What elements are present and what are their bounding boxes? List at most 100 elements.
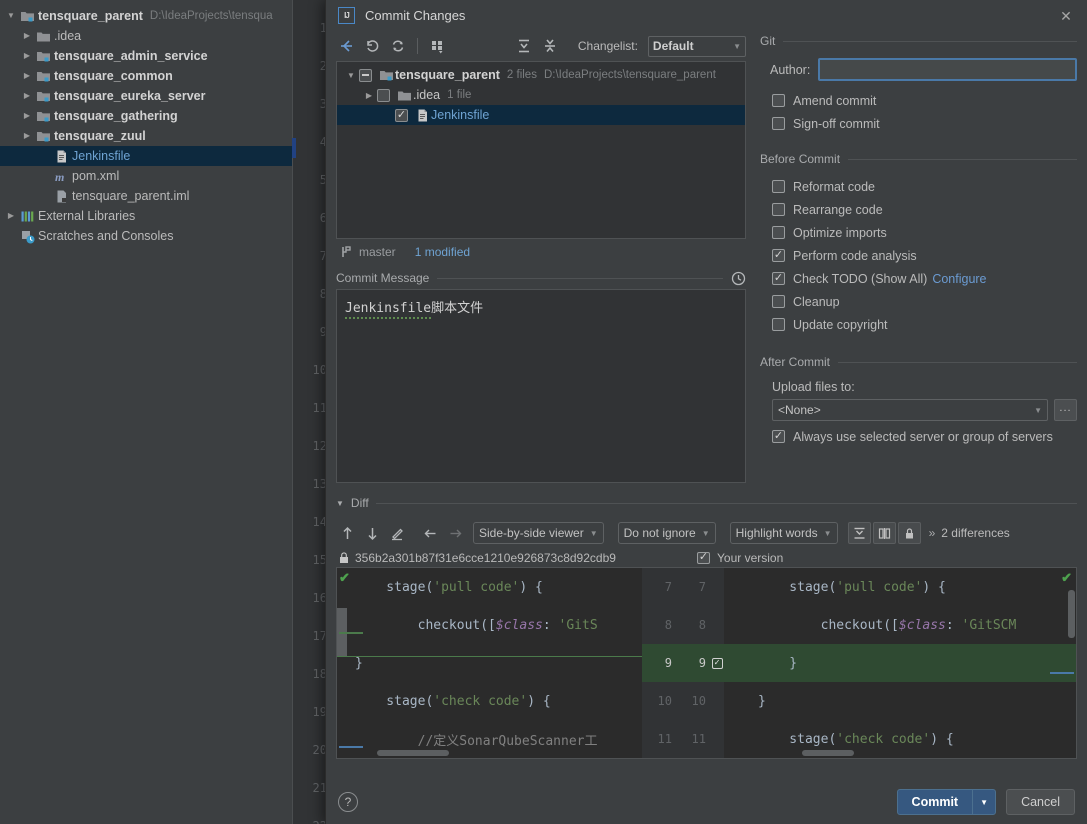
always-use-server-checkbox[interactable]: [772, 430, 785, 443]
help-button[interactable]: ?: [338, 792, 358, 812]
viewer-mode-select[interactable]: Side-by-side viewer ▼: [473, 522, 604, 544]
left-horizontal-scrollbar[interactable]: [377, 750, 449, 756]
diff-section-header[interactable]: ▼ Diff: [336, 493, 1077, 513]
accept-all-right-icon[interactable]: ✔: [1061, 570, 1072, 586]
chevron-down-icon[interactable]: ▼: [343, 71, 359, 80]
before-commit-option-checkbox-row[interactable]: Optimize imports: [760, 221, 1077, 244]
project-tree-item[interactable]: tensquare_parent D:\IdeaProjects\tensqua: [0, 6, 292, 26]
chevron-right-icon[interactable]: [20, 86, 34, 106]
git-option-checkbox-row[interactable]: Amend commit: [760, 89, 1077, 112]
changes-tree[interactable]: ▼ tensquare_parent 2 files D:\IdeaProjects\…: [336, 61, 746, 239]
code-token: ) {: [930, 731, 954, 747]
git-option-checkbox-row[interactable]: Sign-off commit: [760, 112, 1077, 135]
project-tree-item[interactable]: Scratches and Consoles: [0, 226, 292, 246]
prev-diff-icon[interactable]: [336, 522, 359, 545]
project-tree-item-label: tensquare_common: [54, 69, 173, 83]
apply-right-icon[interactable]: [444, 522, 467, 545]
before-commit-option-checkbox[interactable]: [772, 295, 785, 308]
diff-right-pane[interactable]: stage('pull code') { checkout([$class: '…: [724, 568, 1076, 758]
before-commit-option-checkbox-row[interactable]: Check TODO (Show All) Configure: [760, 267, 1077, 290]
overflow-icon[interactable]: »: [929, 526, 936, 540]
before-commit-option-checkbox-row[interactable]: Perform code analysis: [760, 244, 1077, 267]
chevron-right-icon[interactable]: [20, 66, 34, 86]
changes-tree-row-selected[interactable]: Jenkinsfile: [337, 105, 745, 125]
show-diff-icon[interactable]: [336, 34, 358, 58]
before-commit-label: Before Commit: [760, 152, 841, 166]
before-commit-option-checkbox[interactable]: [772, 226, 785, 239]
git-option-checkbox[interactable]: [772, 117, 785, 130]
right-horizontal-scrollbar[interactable]: [802, 750, 854, 756]
chevron-right-icon[interactable]: [20, 106, 34, 126]
expand-all-icon[interactable]: [513, 34, 535, 58]
code-token: ) {: [519, 579, 543, 595]
project-tree-item[interactable]: tensquare_parent.iml: [0, 186, 292, 206]
project-tree-item[interactable]: External Libraries: [0, 206, 292, 226]
diff-accept-checkbox[interactable]: ✓: [711, 657, 723, 669]
project-tree[interactable]: tensquare_parent D:\IdeaProjects\tensqua.…: [0, 0, 292, 824]
commit-button[interactable]: Commit ▼: [896, 789, 997, 815]
diff-change-marker-blue: [339, 746, 363, 748]
before-commit-option-checkbox-row[interactable]: Rearrange code: [760, 198, 1077, 221]
chevron-right-icon[interactable]: [20, 26, 34, 46]
git-option-checkbox[interactable]: [772, 94, 785, 107]
project-tree-item[interactable]: tensquare_zuul: [0, 126, 292, 146]
ignore-mode-select[interactable]: Do not ignore ▼: [617, 522, 716, 544]
diff-code-line: stage('pull code') {: [724, 568, 1076, 606]
edit-source-icon[interactable]: [386, 522, 409, 545]
project-tree-item[interactable]: tensquare_eureka_server: [0, 86, 292, 106]
project-tree-item[interactable]: tensquare_common: [0, 66, 292, 86]
cancel-button[interactable]: Cancel: [1006, 789, 1075, 815]
diff-gutter-row: 9 9 ✓: [642, 644, 724, 682]
collapse-all-icon[interactable]: [539, 34, 561, 58]
chevron-right-icon[interactable]: [20, 46, 34, 66]
close-icon[interactable]: ✕: [1055, 6, 1077, 26]
synchronize-scroll-icon[interactable]: [872, 522, 896, 544]
right-version-checkbox[interactable]: [697, 551, 710, 564]
chevron-right-icon[interactable]: [20, 126, 34, 146]
configure-link[interactable]: Configure: [932, 272, 986, 286]
accept-all-icon[interactable]: ✔: [339, 570, 350, 586]
group-by-icon[interactable]: [426, 34, 448, 58]
before-commit-option-checkbox[interactable]: [772, 272, 785, 285]
changes-tree-checkbox[interactable]: [359, 68, 372, 82]
changes-tree-checkbox[interactable]: [395, 108, 408, 122]
changes-tree-checkbox[interactable]: [377, 88, 390, 102]
lock-icon: [339, 551, 349, 564]
diff-accept-checkbox-cell[interactable]: ✓: [710, 657, 724, 669]
project-tree-item[interactable]: tensquare_gathering: [0, 106, 292, 126]
changes-tree-row[interactable]: ▶ .idea 1 file: [337, 85, 745, 105]
project-tree-item[interactable]: m pom.xml: [0, 166, 292, 186]
changelist-select[interactable]: Default ▼: [647, 35, 747, 57]
always-use-server-checkbox-row[interactable]: Always use selected server or group of s…: [760, 425, 1077, 448]
project-tree-item[interactable]: tensquare_admin_service: [0, 46, 292, 66]
next-diff-icon[interactable]: [361, 522, 384, 545]
author-input[interactable]: [818, 58, 1077, 81]
revert-icon[interactable]: [361, 34, 383, 58]
diff-left-pane[interactable]: ✔ stage('pull code') { checkout([$class:…: [337, 568, 642, 758]
before-commit-option-checkbox-row[interactable]: Cleanup: [760, 290, 1077, 313]
apply-left-icon[interactable]: [419, 522, 442, 545]
commit-message-input[interactable]: Jenkinsfile脚本文件: [336, 289, 746, 483]
right-vertical-scrollbar[interactable]: [1068, 590, 1075, 638]
project-tree-item-selected[interactable]: Jenkinsfile: [0, 146, 292, 166]
upload-target-select[interactable]: <None> ▼: [772, 399, 1048, 421]
chevron-down-icon[interactable]: ▼: [973, 798, 995, 807]
changes-tree-row[interactable]: ▼ tensquare_parent 2 files D:\IdeaProjects\…: [337, 65, 745, 85]
chevron-right-icon[interactable]: [4, 206, 18, 226]
highlight-mode-select[interactable]: Highlight words ▼: [729, 522, 838, 544]
refresh-icon[interactable]: [387, 34, 409, 58]
before-commit-option-checkbox[interactable]: [772, 318, 785, 331]
before-commit-option-checkbox[interactable]: [772, 203, 785, 216]
browse-servers-button[interactable]: ...: [1054, 399, 1077, 421]
clock-icon[interactable]: [731, 271, 746, 286]
before-commit-option-checkbox-row[interactable]: Reformat code: [760, 175, 1077, 198]
collapse-unchanged-icon[interactable]: [847, 522, 871, 544]
project-tree-item[interactable]: .idea: [0, 26, 292, 46]
lock-icon[interactable]: [897, 522, 921, 544]
before-commit-option-checkbox[interactable]: [772, 180, 785, 193]
chevron-right-icon[interactable]: ▶: [361, 91, 377, 100]
chevron-down-icon[interactable]: [4, 6, 18, 26]
modified-count[interactable]: 1 modified: [415, 245, 470, 259]
before-commit-option-checkbox-row[interactable]: Update copyright: [760, 313, 1077, 336]
before-commit-option-checkbox[interactable]: [772, 249, 785, 262]
